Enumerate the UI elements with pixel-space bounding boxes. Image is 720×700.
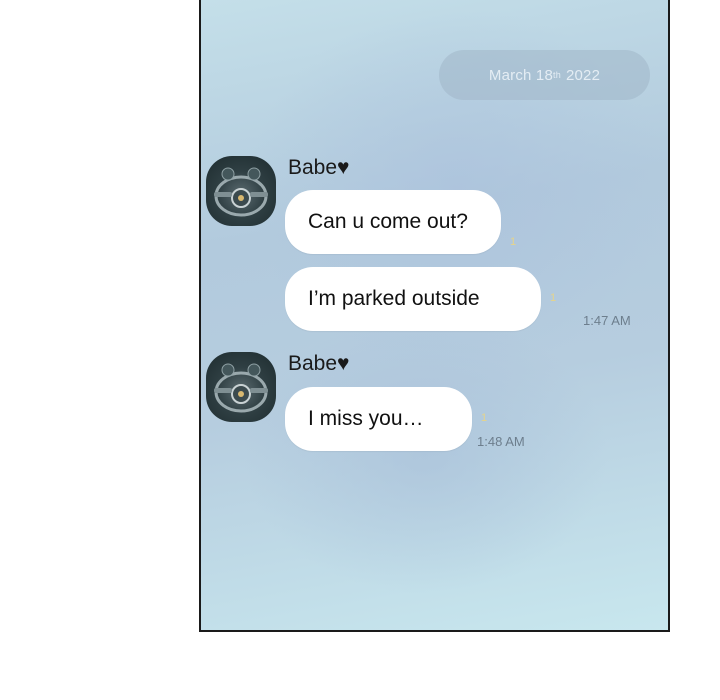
message-time: 1:48 AM — [477, 434, 525, 449]
unread-count: 1 — [510, 236, 517, 248]
unread-count: 1 — [481, 412, 488, 424]
contact-avatar[interactable] — [206, 352, 276, 422]
message-bubble[interactable]: I’m parked outside — [285, 267, 541, 331]
unread-count: 1 — [550, 292, 557, 304]
contact-avatar[interactable] — [206, 156, 276, 226]
message-bubble[interactable]: Can u come out? — [285, 190, 501, 254]
message-text: Can u come out? — [308, 210, 468, 233]
heart-icon: ♥ — [337, 156, 350, 179]
sender-name: Babe♥ — [288, 352, 350, 375]
date-year: 2022 — [565, 66, 601, 84]
date-main: March 18 — [488, 66, 554, 84]
message-text: I’m parked outside — [308, 287, 480, 310]
sender-name: Babe♥ — [288, 156, 350, 179]
date-ordinal: th — [553, 70, 561, 80]
date-divider: March 18th 2022 — [439, 50, 650, 100]
message-bubble[interactable]: I miss you… — [285, 387, 472, 451]
message-time: 1:47 AM — [583, 313, 631, 328]
chat-screen: March 18th 2022 Babe♥ Can u come out? 1 I… — [199, 0, 670, 632]
heart-icon: ♥ — [337, 352, 350, 375]
steering-wheel-icon — [214, 363, 268, 413]
message-text: I miss you… — [308, 407, 424, 430]
steering-wheel-icon — [214, 167, 268, 217]
